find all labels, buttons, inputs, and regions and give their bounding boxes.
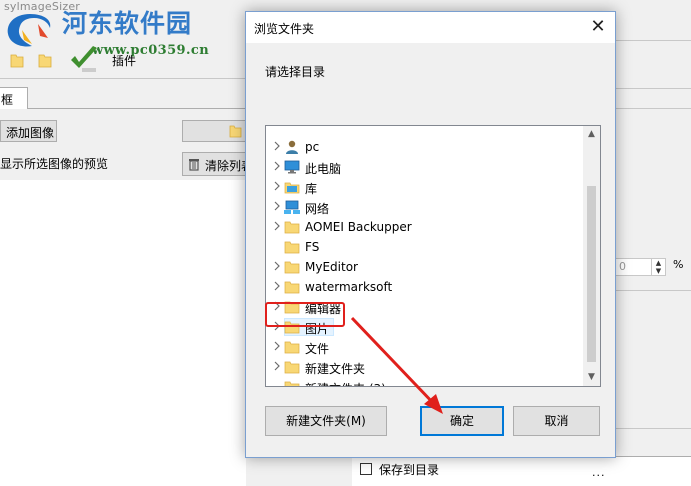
- tree-item[interactable]: 网络: [266, 197, 584, 217]
- panel-divider: [614, 108, 691, 109]
- panel-divider: [614, 290, 691, 291]
- chevron-right-icon[interactable]: [272, 200, 282, 212]
- folder-icon: [284, 381, 300, 386]
- scroll-up-icon[interactable]: ▲: [583, 126, 600, 143]
- trash-icon: [189, 159, 199, 171]
- tree-item-label: 库: [305, 182, 318, 196]
- watermark-url: www.pc0359.cn: [92, 43, 210, 58]
- tree-item-label: MyEditor: [305, 260, 358, 274]
- tab-frame[interactable]: 框: [0, 87, 28, 109]
- clear-list-label: 清除列表: [205, 159, 245, 173]
- browse-dir-button[interactable]: ...: [592, 466, 606, 479]
- dialog-titlebar: 浏览文件夹 ✕: [246, 12, 615, 43]
- tree-item[interactable]: FS: [266, 237, 584, 257]
- toolbar-plugin-label[interactable]: 插件: [112, 52, 136, 69]
- folder-save-icon[interactable]: [38, 52, 52, 68]
- folder-icon: [284, 261, 300, 274]
- chevron-right-icon[interactable]: [272, 160, 282, 172]
- new-folder-button[interactable]: 新建文件夹(M): [265, 406, 387, 436]
- tree-item[interactable]: 库: [266, 177, 584, 197]
- toolbar-divider: [0, 78, 246, 79]
- folder-icon: [229, 125, 242, 138]
- tree-item[interactable]: MyEditor: [266, 257, 584, 277]
- folder-icon: [284, 241, 300, 254]
- dialog-prompt: 请选择目录: [265, 65, 326, 79]
- tree-item[interactable]: AOMEI Backupper: [266, 217, 584, 237]
- spin-arrows-icon[interactable]: ▲ ▼: [651, 259, 665, 275]
- folder-icon: [284, 221, 300, 234]
- user-icon: [286, 140, 298, 154]
- folder-open-icon[interactable]: [10, 52, 24, 68]
- close-icon[interactable]: ✕: [585, 15, 611, 39]
- spin-value: 0: [619, 260, 626, 273]
- chevron-right-icon[interactable]: [272, 360, 282, 372]
- ok-button[interactable]: 确定: [420, 406, 504, 436]
- tree-item[interactable]: 新建文件夹 (3): [266, 377, 584, 386]
- folder-tree[interactable]: pc 此电脑库网络 AOMEI Backupper FS MyEditor waterma…: [265, 125, 601, 387]
- percent-label: %: [673, 258, 684, 271]
- size-spinner[interactable]: 0 ▲ ▼: [614, 258, 666, 276]
- tree-item[interactable]: 新建文件夹: [266, 357, 584, 377]
- browse-button[interactable]: [182, 120, 246, 142]
- chevron-right-icon[interactable]: [272, 140, 282, 152]
- chevron-right-icon[interactable]: [272, 260, 282, 272]
- watermark-text: 河东软件园: [62, 9, 193, 38]
- tree-item-label: 文件: [305, 342, 330, 356]
- panel-divider: [614, 88, 691, 89]
- scrollbar-thumb[interactable]: [587, 186, 596, 362]
- chevron-right-icon[interactable]: [272, 220, 282, 232]
- chevron-right-icon[interactable]: [272, 340, 282, 352]
- add-image-button[interactable]: 添加图像: [0, 120, 57, 142]
- chevron-right-icon[interactable]: [272, 280, 282, 292]
- tree-item[interactable]: watermarksoft: [266, 277, 584, 297]
- panel-divider: [614, 428, 691, 429]
- checkmark-icon[interactable]: [68, 44, 100, 74]
- tree-item-label: 新建文件夹 (3): [305, 380, 386, 386]
- clear-list-button[interactable]: 清除列表: [182, 152, 246, 176]
- save-to-dir-label: 保存到目录: [379, 463, 440, 477]
- tree-item[interactable]: 此电脑: [266, 157, 584, 177]
- folder-icon: [284, 361, 300, 374]
- scroll-down-icon[interactable]: ▼: [583, 369, 600, 386]
- tree-item-label: 此电脑: [305, 162, 342, 176]
- library-icon: [284, 182, 300, 194]
- network-icon: [284, 200, 300, 214]
- folder-icon: [284, 281, 300, 294]
- tree-item-label: 网络: [305, 202, 330, 216]
- tree-item[interactable]: 文件: [266, 337, 584, 357]
- chevron-right-icon[interactable]: [272, 180, 282, 192]
- preview-label: 显示所选图像的预览: [0, 157, 109, 171]
- highlight-box: [265, 302, 345, 327]
- image-preview-area: [0, 180, 246, 486]
- tree-item[interactable]: pc: [266, 137, 584, 157]
- save-to-dir-checkbox[interactable]: [360, 463, 372, 475]
- right-panel: [614, 0, 691, 486]
- cancel-button[interactable]: 取消: [513, 406, 600, 436]
- tab-strip: 框: [0, 87, 246, 109]
- folder-icon: [284, 341, 300, 354]
- tree-item-label: 新建文件夹: [305, 362, 366, 376]
- panel-divider: [614, 40, 691, 41]
- tree-item-label: FS: [305, 240, 320, 254]
- computer-icon: [284, 160, 300, 174]
- tree-scrollbar[interactable]: ▲ ▼: [583, 126, 600, 386]
- tree-item-label: AOMEI Backupper: [305, 220, 412, 234]
- tree-item-label: watermarksoft: [305, 280, 393, 294]
- dialog-title: 浏览文件夹: [254, 22, 315, 36]
- browse-folder-dialog: 浏览文件夹 ✕ 请选择目录 pc 此电脑库网络 AOMEI Backupper FS M…: [245, 11, 616, 458]
- watermark-logo-icon: [7, 14, 51, 47]
- tree-item-label: pc: [305, 140, 320, 154]
